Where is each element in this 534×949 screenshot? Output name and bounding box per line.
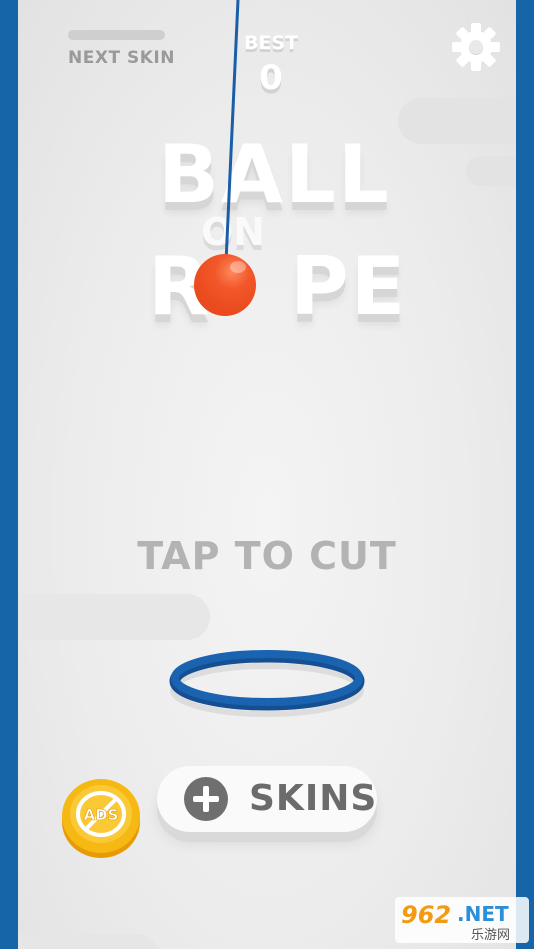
watermark-brand: 962 [401,901,451,929]
skins-label: SKINS [249,778,378,819]
device-frame: NEXT SKIN BEST 0 BALL ON R PE TAP TO CUT… [0,0,534,949]
watermark-cn: 乐游网 [471,928,510,943]
plus-icon [184,777,228,821]
game-screen[interactable]: NEXT SKIN BEST 0 BALL ON R PE TAP TO CUT… [18,0,516,949]
no-ads-button[interactable]: ADS [60,770,142,860]
ball-highlight [230,261,246,273]
hoop [169,650,365,717]
no-ads-label: ADS [84,806,119,824]
watermark-suffix: .NET [457,902,509,926]
watermark-logo: 962 .NET 乐游网 [395,897,529,943]
skins-button[interactable]: SKINS [157,766,377,832]
tap-to-cut-prompt: TAP TO CUT [137,534,397,578]
ball [194,254,256,316]
